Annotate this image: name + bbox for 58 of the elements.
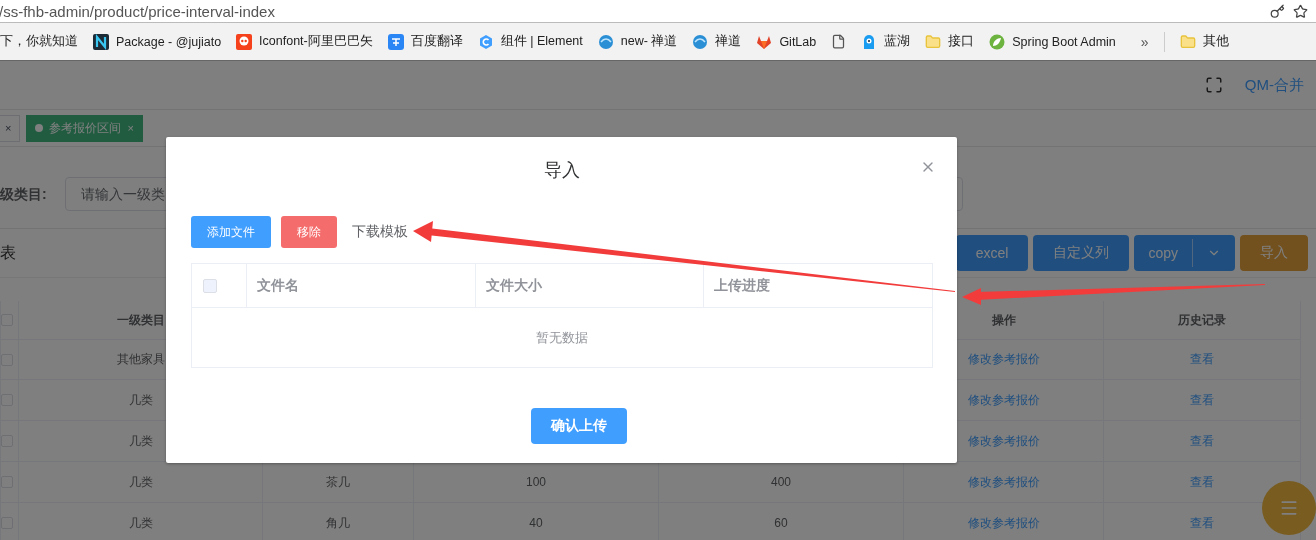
table-title: 表	[0, 242, 16, 263]
column-header: 文件大小	[486, 276, 542, 295]
bookmark-link[interactable]: 下，你就知道	[0, 33, 78, 50]
table-cell: 60	[774, 516, 788, 530]
view-link[interactable]: 查看	[1190, 514, 1214, 532]
bookmark-link[interactable]: Package - @jujiato	[116, 34, 222, 49]
edit-link[interactable]: 修改参考报价	[967, 473, 1040, 491]
dialog-title: 导入	[543, 158, 580, 182]
table-cell: 几类	[128, 473, 153, 491]
view-link[interactable]: 查看	[1190, 473, 1214, 491]
close-icon[interactable]: ×	[127, 122, 134, 134]
edit-link[interactable]: 修改参考报价	[967, 514, 1040, 532]
toolbar-button[interactable]: 自定义列	[1033, 235, 1130, 271]
table-cell: 几类	[128, 391, 153, 409]
upload-button[interactable]: 确认上传	[530, 408, 627, 444]
empty-text: 暂无数据	[536, 328, 588, 347]
bookmark-link[interactable]: Iconfont-阿里巴巴矢	[259, 33, 373, 50]
column-header: 文件名	[257, 276, 299, 295]
bookmark-link[interactable]: GitLab	[779, 34, 817, 49]
toolbar-button[interactable]: excel	[955, 235, 1029, 271]
bookmark-link[interactable]: Spring Boot Admin	[1012, 34, 1116, 49]
column-header: 一级类目	[116, 311, 165, 329]
tab-label: 参考报价区间	[49, 119, 122, 137]
toolbar-button[interactable]: 导入	[1240, 235, 1308, 271]
download-link[interactable]: 下载模板	[347, 216, 413, 248]
bookmark-link[interactable]: new- 禅道	[620, 33, 678, 50]
table-cell: 100	[526, 475, 546, 489]
column-header: 操作	[991, 311, 1016, 329]
dialog-button[interactable]: 添加文件	[191, 216, 271, 248]
edit-link[interactable]: 修改参考报价	[967, 432, 1040, 450]
bookmark-link[interactable]: 百度翻译	[410, 33, 463, 50]
bookmark-link[interactable]: 组件 | Element	[500, 33, 583, 50]
more-bookmarks-button[interactable]: »	[1140, 33, 1149, 50]
table-cell: 其他家具	[116, 351, 165, 368]
table-cell: 茶几	[326, 473, 350, 491]
table-cell: 几类	[128, 514, 153, 532]
view-link[interactable]: 查看	[1190, 391, 1214, 409]
close-icon[interactable]: ×	[5, 122, 12, 134]
edit-link[interactable]: 修改参考报价	[967, 391, 1040, 409]
table-cell: 几类	[128, 432, 153, 450]
user-name[interactable]: QM-合并	[1244, 75, 1304, 95]
table-cell: 角几	[326, 514, 350, 532]
split-button[interactable]: copy	[1134, 235, 1235, 271]
field-label: 级类目:	[0, 185, 47, 204]
page-tab[interactable]: 参考报价区间 ×	[26, 114, 143, 142]
table-cell: 40	[529, 516, 543, 530]
bookmark-link[interactable]: 接口	[948, 33, 975, 50]
dialog-button[interactable]: 移除	[281, 216, 337, 248]
column-header: 历史记录	[1178, 311, 1226, 329]
bookmark-link[interactable]: 蓝湖	[884, 33, 911, 50]
view-link[interactable]: 查看	[1190, 432, 1214, 450]
page-tab[interactable]: ×	[0, 114, 21, 142]
view-link[interactable]: 查看	[1190, 351, 1214, 368]
bookmark-link[interactable]: 禅道	[715, 33, 742, 50]
column-header: 上传进度	[714, 276, 770, 295]
bookmark-link[interactable]: 其他	[1202, 33, 1229, 50]
edit-link[interactable]: 修改参考报价	[967, 351, 1040, 368]
table-cell: 400	[771, 475, 791, 489]
